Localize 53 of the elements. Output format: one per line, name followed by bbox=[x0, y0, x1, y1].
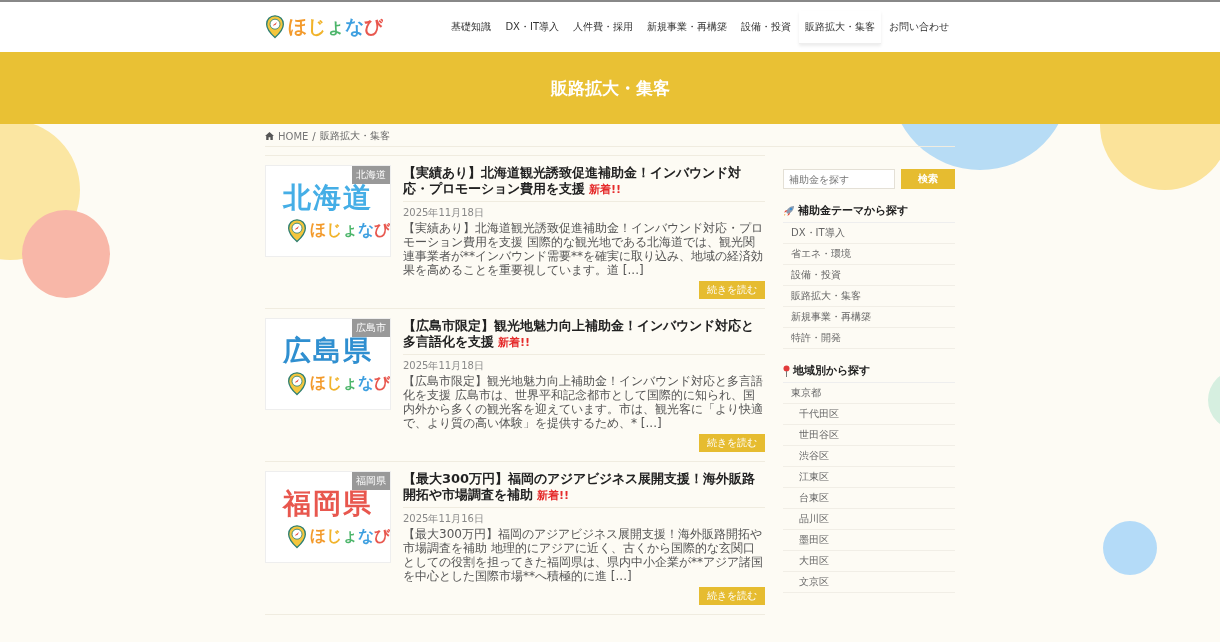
section-heading: 地域別から探す bbox=[793, 363, 870, 378]
section-heading: 補助金テーマから探す bbox=[798, 203, 908, 218]
nav-link[interactable]: 販路拡大・集客 bbox=[799, 10, 881, 44]
category-link[interactable]: 設備・投資 bbox=[783, 265, 955, 286]
pin-icon bbox=[783, 364, 790, 377]
region-link[interactable]: 文京区 bbox=[783, 572, 955, 593]
nav-link[interactable]: お問い合わせ bbox=[883, 10, 955, 44]
nav-link[interactable]: 基礎知識 bbox=[445, 10, 498, 44]
post-title[interactable]: 【最大300万円】福岡のアジアビジネス展開支援！海外販路開拓や市場調査を補助 新着!! bbox=[403, 471, 765, 508]
logo-text: ほじょなび bbox=[309, 373, 390, 395]
category-link[interactable]: 販路拡大・集客 bbox=[783, 286, 955, 307]
page-title: 販路拡大・集客 bbox=[550, 76, 670, 100]
new-label: 新着!! bbox=[537, 489, 570, 502]
search-field[interactable]: 補助金を探す bbox=[783, 169, 895, 189]
new-label: 新着!! bbox=[498, 336, 531, 349]
map-pin-icon bbox=[286, 219, 307, 243]
post-excerpt: 【広島市限定】観光地魅力向上補助金！インバウンド対応と多言語化を支援 広島市は、世界平和記念都市として国際的に知られ、国内外から多くの観光客を迎えています。市は、観光客に「より快適で、より質の高い体験」を提供するため、* [...] bbox=[403, 374, 764, 430]
post-excerpt: 【最大300万円】福岡のアジアビジネス展開支援！海外販路開拓や市場調査を補助 地理的にアジアに近く、古くから国際的な玄関口としての役割を担ってきた福岡県は、県内中小企業が**アジア諸国を中心とした国際市場**へ積極的に進 [...] bbox=[403, 527, 764, 583]
post-date: 2025年11月18日 bbox=[403, 206, 485, 219]
breadcrumb-current: 販路拡大・集客 bbox=[319, 129, 390, 143]
post-excerpt: 【実績あり】北海道観光誘致促進補助金！インバウンド対応・プロモーション費用を支援 国際的な観光地である北海道では、観光関連事業者が**インバウンド需要**を確実に取り込み、地域の経済効果を高めることを重要視しています。道 [...] bbox=[403, 221, 764, 277]
category-link[interactable]: DX・IT導入 bbox=[783, 223, 955, 244]
region-link[interactable]: 江東区 bbox=[783, 467, 955, 488]
nav-link[interactable]: 人件費・採用 bbox=[567, 10, 639, 44]
breadcrumb-separator: / bbox=[312, 130, 316, 142]
category-link[interactable]: 省エネ・環境 bbox=[783, 244, 955, 265]
region-link[interactable]: 品川区 bbox=[783, 509, 955, 530]
nav-link[interactable]: 新規事業・再構築 bbox=[641, 10, 733, 44]
map-pin-icon bbox=[286, 372, 307, 396]
region-link[interactable]: 東京都 bbox=[783, 383, 955, 404]
post-date: 2025年11月16日 bbox=[403, 512, 485, 525]
bubble-decoration bbox=[1103, 521, 1157, 575]
post-title[interactable]: 【広島市限定】観光地魅力向上補助金！インバウンド対応と多言語化を支援 新着!! bbox=[403, 318, 765, 355]
nav-link[interactable]: DX・IT導入 bbox=[499, 10, 565, 44]
region-link[interactable]: 千代田区 bbox=[783, 404, 955, 425]
nav-link[interactable]: 設備・投資 bbox=[735, 10, 797, 44]
region-link[interactable]: 台東区 bbox=[783, 488, 955, 509]
home-icon bbox=[265, 132, 274, 140]
region-link[interactable]: 世田谷区 bbox=[783, 425, 955, 446]
region-link[interactable]: 墨田区 bbox=[783, 530, 955, 551]
post-title[interactable]: 【実績あり】北海道観光誘致促進補助金！インバウンド対応・プロモーション費用を支援 新着!! bbox=[403, 165, 765, 202]
logo-text: ほじょなび bbox=[309, 526, 390, 548]
post-date: 2025年11月18日 bbox=[403, 359, 485, 372]
category-link[interactable]: 新規事業・再構築 bbox=[783, 307, 955, 328]
region-link[interactable]: 渋谷区 bbox=[783, 446, 955, 467]
new-label: 新着!! bbox=[589, 183, 622, 196]
region-link[interactable]: 大田区 bbox=[783, 551, 955, 572]
category-link[interactable]: 特許・開発 bbox=[783, 328, 955, 349]
rocket-icon bbox=[783, 204, 795, 217]
map-pin-icon bbox=[265, 15, 285, 39]
logo-text: ほじょなび bbox=[309, 220, 390, 242]
breadcrumb-link[interactable]: HOME bbox=[278, 130, 309, 142]
map-pin-icon bbox=[286, 525, 307, 549]
